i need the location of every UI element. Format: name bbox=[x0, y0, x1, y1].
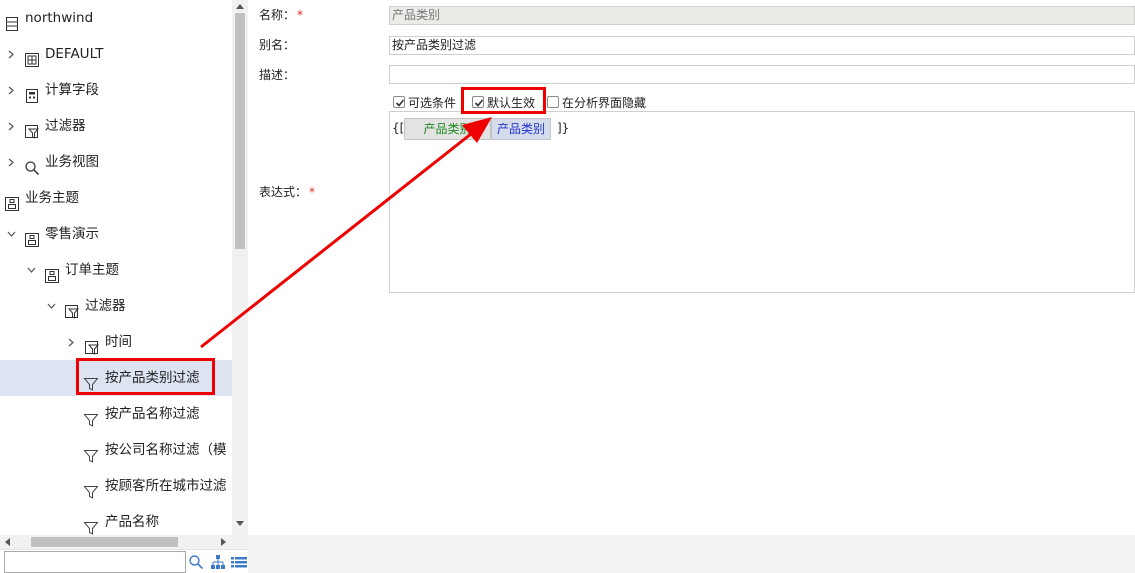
tree-node-label: DEFAULT bbox=[45, 46, 104, 62]
chevron-right-icon[interactable] bbox=[6, 72, 18, 108]
alias-label: 别名： bbox=[259, 38, 296, 52]
expression-param-token[interactable]: 产品类别 bbox=[491, 118, 551, 140]
scrollbar-thumb[interactable] bbox=[235, 13, 245, 249]
tree-node-label: 过滤器 bbox=[85, 298, 126, 314]
chevron-right-icon[interactable] bbox=[66, 324, 78, 360]
tree-vertical-scrollbar[interactable] bbox=[232, 0, 248, 535]
tree-node-filter-by-company[interactable]: 按公司名称过滤（模 bbox=[0, 432, 232, 468]
checkbox-box[interactable] bbox=[393, 96, 405, 108]
filter-icon bbox=[83, 514, 99, 535]
scroll-right-icon[interactable] bbox=[221, 538, 226, 546]
list-view-icon[interactable] bbox=[231, 554, 247, 570]
chevron-down-icon[interactable] bbox=[26, 252, 38, 288]
chevron-right-icon[interactable] bbox=[6, 36, 18, 72]
chevron-right-icon[interactable] bbox=[6, 108, 18, 144]
tree-node-label: northwind bbox=[25, 10, 94, 26]
subject-icon bbox=[44, 262, 60, 283]
tree-node-product-name[interactable]: 产品名称 bbox=[0, 504, 232, 535]
tree-horizontal-scrollbar[interactable] bbox=[0, 535, 232, 549]
filter-property-form: 名称： * 产品类别 别名： 按产品类别过滤 描述： 可选条件 默认生效 在分析界… bbox=[248, 0, 1135, 535]
tree-panel: northwind DEFAULT 计算字段 过滤器 业务视图 业务主题 零售演… bbox=[0, 0, 248, 573]
scroll-down-icon[interactable] bbox=[236, 521, 244, 526]
chevron-down-icon[interactable] bbox=[46, 288, 58, 324]
annotation-highlight-default-checkbox bbox=[461, 87, 546, 114]
expression-editor[interactable]: {[ 产品类别 产品类别 ]} bbox=[389, 111, 1135, 293]
tree-node-label: 时间 bbox=[105, 334, 132, 350]
tree-node-label: 过滤器 bbox=[45, 118, 86, 134]
search-icon[interactable] bbox=[188, 554, 204, 570]
alias-field[interactable]: 按产品类别过滤 bbox=[389, 36, 1135, 55]
tree-node-time[interactable]: 时间 bbox=[0, 324, 232, 360]
form-footer bbox=[248, 535, 1135, 573]
filter-icon bbox=[83, 442, 99, 463]
database-icon bbox=[4, 10, 20, 31]
tree-node-filter-by-city[interactable]: 按顾客所在城市过滤 bbox=[0, 468, 232, 504]
subject-icon bbox=[4, 190, 20, 211]
tree-structure-icon[interactable] bbox=[210, 554, 226, 570]
scrollbar-thumb[interactable] bbox=[31, 537, 178, 547]
expression-close-brace: ]} bbox=[557, 121, 570, 135]
calc-field-icon bbox=[24, 82, 40, 103]
tree-node-calc-fields[interactable]: 计算字段 bbox=[0, 72, 232, 108]
annotation-highlight-tree-node bbox=[76, 358, 215, 395]
scrollbar-corner bbox=[232, 535, 248, 549]
description-field[interactable] bbox=[389, 65, 1135, 84]
chevron-right-icon[interactable] bbox=[6, 144, 18, 180]
resource-tree: northwind DEFAULT 计算字段 过滤器 业务视图 业务主题 零售演… bbox=[0, 0, 232, 535]
chevron-down-icon[interactable] bbox=[6, 216, 18, 252]
checkbox-box[interactable] bbox=[547, 96, 559, 108]
tree-node-label: 业务视图 bbox=[45, 154, 99, 170]
tree-search-bar bbox=[0, 549, 248, 573]
name-label: 名称： * bbox=[259, 8, 304, 22]
table-icon bbox=[24, 46, 40, 67]
description-label: 描述： bbox=[259, 68, 296, 82]
filter-folder-icon bbox=[84, 334, 100, 355]
checkbox-label: 可选条件 bbox=[408, 96, 457, 110]
name-field[interactable]: 产品类别 bbox=[389, 6, 1135, 25]
tree-node-filters[interactable]: 过滤器 bbox=[0, 288, 232, 324]
tree-node-label: 订单主题 bbox=[65, 262, 119, 278]
tree-node-default[interactable]: DEFAULT bbox=[0, 36, 232, 72]
tree-node-business-view[interactable]: 业务视图 bbox=[0, 144, 232, 180]
tree-node-filters-root[interactable]: 过滤器 bbox=[0, 108, 232, 144]
expression-field-token[interactable]: 产品类别 bbox=[404, 118, 491, 140]
checkbox-label: 在分析界面隐藏 bbox=[562, 96, 647, 110]
tree-search-input[interactable] bbox=[4, 551, 186, 573]
filter-folder-icon bbox=[64, 298, 80, 319]
filter-folder-icon bbox=[24, 118, 40, 139]
tree-node-order-subject[interactable]: 订单主题 bbox=[0, 252, 232, 288]
scroll-up-icon[interactable] bbox=[236, 4, 244, 9]
tree-node-business-subject[interactable]: 业务主题 bbox=[0, 180, 232, 216]
search-icon bbox=[24, 154, 40, 176]
filter-icon bbox=[83, 406, 99, 427]
subject-icon bbox=[24, 226, 40, 247]
expression-open-brace: {[ bbox=[392, 121, 405, 135]
tree-node-label: 计算字段 bbox=[45, 82, 99, 98]
tree-node-label: 产品名称 bbox=[105, 514, 159, 530]
tree-node-retail-demo[interactable]: 零售演示 bbox=[0, 216, 232, 252]
expression-label: 表达式： * bbox=[259, 185, 316, 199]
tree-node-label: 按产品名称过滤 bbox=[105, 406, 200, 422]
tree-node-label: 零售演示 bbox=[45, 226, 99, 242]
tree-node-label: 业务主题 bbox=[25, 190, 79, 206]
filter-icon bbox=[83, 478, 99, 499]
tree-node-northwind[interactable]: northwind bbox=[0, 0, 232, 36]
scroll-left-icon[interactable] bbox=[5, 538, 10, 546]
tree-node-filter-by-product-name[interactable]: 按产品名称过滤 bbox=[0, 396, 232, 432]
tree-node-label: 按公司名称过滤（模 bbox=[105, 442, 227, 458]
tree-node-label: 按顾客所在城市过滤 bbox=[105, 478, 227, 494]
